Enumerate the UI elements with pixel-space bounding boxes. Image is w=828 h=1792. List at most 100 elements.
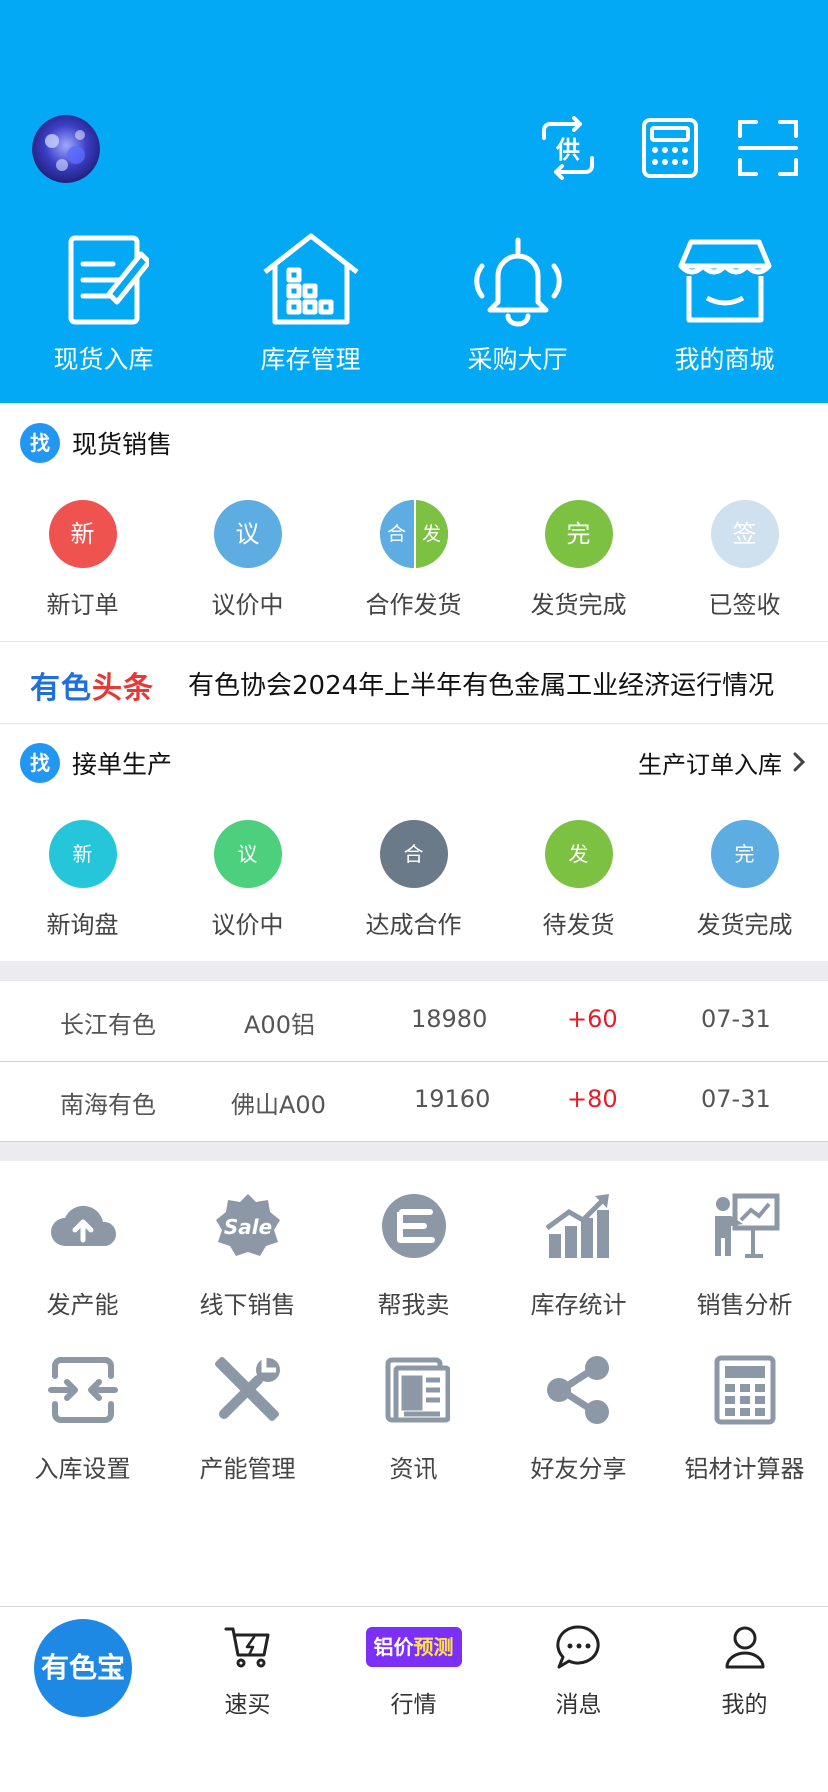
tool-label: 帮我卖 bbox=[377, 1291, 450, 1319]
section-title: 接单生产 bbox=[72, 750, 173, 779]
tab-messages[interactable]: 消息 bbox=[496, 1607, 661, 1727]
status-circle: 新 bbox=[48, 500, 117, 568]
price-value: 19160 bbox=[414, 1085, 491, 1113]
tool-publish-capacity[interactable]: 发产能 bbox=[0, 1190, 165, 1320]
supply-switch-icon[interactable]: 供 bbox=[536, 116, 600, 180]
news-logo-part1: 有色 bbox=[30, 671, 92, 706]
tab-market[interactable]: 铝价预测 行情 bbox=[331, 1607, 496, 1727]
news-logo-part2: 头条 bbox=[92, 671, 154, 706]
price-forecast-icon: 铝价预测 bbox=[365, 1627, 462, 1667]
split-right-char: 发 bbox=[413, 500, 448, 568]
calculator-icon[interactable] bbox=[638, 116, 702, 180]
status-label: 合作发货 bbox=[365, 591, 462, 619]
tool-offline-sales[interactable]: Sale 线下销售 bbox=[165, 1190, 330, 1320]
status-signed[interactable]: 签 已签收 bbox=[662, 500, 827, 619]
divider bbox=[0, 723, 828, 724]
tab-profile[interactable]: 我的 bbox=[662, 1607, 827, 1727]
product-name: 佛山A00 bbox=[231, 1091, 326, 1119]
tool-news[interactable]: 资讯 bbox=[331, 1354, 496, 1484]
status-negotiating[interactable]: 议 议价中 bbox=[165, 820, 330, 939]
quick-action-inventory[interactable]: 库存管理 bbox=[207, 232, 414, 374]
chevron-right-icon bbox=[792, 751, 806, 779]
tool-share-friends[interactable]: 好友分享 bbox=[496, 1354, 661, 1484]
tool-label: 资讯 bbox=[389, 1455, 438, 1483]
quick-action-purchase-hall[interactable]: 采购大厅 bbox=[414, 232, 621, 374]
quick-buy-cart-icon bbox=[224, 1627, 269, 1668]
status-negotiating[interactable]: 议 议价中 bbox=[165, 500, 330, 619]
store-icon bbox=[678, 239, 771, 323]
sale-badge-icon: Sale bbox=[215, 1194, 280, 1256]
status-agreed[interactable]: 合 达成合作 bbox=[331, 820, 496, 939]
header: 供 现货入库 库存管理 采购大厅 我的商城 bbox=[0, 0, 828, 403]
tab-label: 行情 bbox=[390, 1692, 437, 1718]
price-change: +60 bbox=[567, 1005, 618, 1033]
tool-sales-analysis[interactable]: 销售分析 bbox=[662, 1190, 827, 1320]
app-root: 供 现货入库 库存管理 采购大厅 我的商城 找 现货销售 新 新订单 议 议价中… bbox=[0, 0, 828, 1792]
tool-help-sell[interactable]: 帮我卖 bbox=[331, 1190, 496, 1320]
status-new-inquiry[interactable]: 新 新询盘 bbox=[0, 820, 165, 939]
tab-label: 我的 bbox=[721, 1692, 768, 1718]
share-icon bbox=[546, 1356, 609, 1424]
status-new-order[interactable]: 新 新订单 bbox=[0, 500, 165, 619]
tool-label: 好友分享 bbox=[530, 1455, 627, 1483]
bottom-tab-bar: 有色宝 速买 铝价预测 行情 消息 我的 bbox=[0, 1606, 828, 1792]
cloud-upload-icon bbox=[50, 1205, 116, 1246]
svg-text:供: 供 bbox=[555, 136, 580, 164]
newspaper-icon bbox=[385, 1357, 450, 1423]
tool-label: 发产能 bbox=[46, 1291, 119, 1319]
edit-document-icon bbox=[68, 235, 149, 325]
news-ticker[interactable]: 有色头条 有色协会2024年上半年有色金属工业经济运行情况 bbox=[0, 643, 828, 723]
status-label: 议价中 bbox=[211, 911, 284, 939]
status-circle: 发 bbox=[544, 820, 613, 888]
price-change: +80 bbox=[567, 1085, 618, 1113]
message-icon bbox=[555, 1625, 600, 1669]
news-headline[interactable]: 有色协会2024年上半年有色金属工业经济运行情况 bbox=[188, 665, 798, 702]
warehouse-icon bbox=[262, 233, 359, 325]
production-order-stock-in-link[interactable]: 生产订单入库 bbox=[638, 745, 806, 780]
status-circle: 合 bbox=[379, 820, 448, 888]
status-label: 新询盘 bbox=[46, 911, 119, 939]
status-shipped[interactable]: 完 发货完成 bbox=[662, 820, 827, 939]
market-name: 南海有色 bbox=[60, 1091, 156, 1119]
price-date: 07-31 bbox=[701, 1005, 771, 1033]
svg-text:Sale: Sale bbox=[223, 1215, 271, 1239]
status-label: 议价中 bbox=[211, 591, 284, 619]
quick-action-my-store[interactable]: 我的商城 bbox=[621, 232, 828, 374]
status-circle: 议 bbox=[213, 500, 282, 568]
status-label: 已签收 bbox=[708, 591, 781, 619]
tab-quick-buy[interactable]: 速买 bbox=[165, 1607, 330, 1727]
status-circle: 完 bbox=[544, 500, 613, 568]
tab-label: 速买 bbox=[224, 1692, 271, 1718]
status-cooperative-shipping[interactable]: 合 发 合作发货 bbox=[331, 500, 496, 619]
tool-stock-in-settings[interactable]: 入库设置 bbox=[0, 1354, 165, 1484]
link-label: 生产订单入库 bbox=[638, 751, 782, 779]
user-icon bbox=[725, 1626, 764, 1669]
quick-action-label: 现货入库 bbox=[53, 345, 154, 374]
bar-chart-icon bbox=[545, 1194, 609, 1258]
avatar[interactable] bbox=[32, 115, 100, 183]
quick-action-label: 我的商城 bbox=[674, 345, 775, 374]
price-row[interactable]: 南海有色 佛山A00 19160 +80 07-31 bbox=[0, 1061, 828, 1141]
status-circle: 签 bbox=[710, 500, 779, 568]
split-left-char: 合 bbox=[379, 500, 414, 568]
status-shipped[interactable]: 完 发货完成 bbox=[496, 500, 661, 619]
quick-action-label: 库存管理 bbox=[260, 345, 361, 374]
status-pending-shipment[interactable]: 发 待发货 bbox=[496, 820, 661, 939]
help-sell-icon bbox=[381, 1194, 446, 1258]
tools-icon bbox=[214, 1357, 280, 1421]
home-tab-button[interactable]: 有色宝 bbox=[34, 1619, 132, 1717]
scan-icon[interactable] bbox=[736, 116, 800, 180]
tool-aluminum-calculator[interactable]: 铝材计算器 bbox=[662, 1354, 827, 1484]
merge-arrows-icon bbox=[47, 1357, 118, 1423]
badge-part2: 预测 bbox=[413, 1635, 454, 1659]
quick-action-label: 采购大厅 bbox=[467, 345, 568, 374]
price-row[interactable]: 长江有色 A00铝 18980 +60 07-31 bbox=[0, 981, 828, 1061]
quick-action-stock-in[interactable]: 现货入库 bbox=[0, 232, 207, 374]
bell-icon bbox=[473, 237, 562, 327]
tool-capacity-management[interactable]: 产能管理 bbox=[165, 1354, 330, 1484]
presentation-icon bbox=[714, 1193, 779, 1258]
tool-inventory-stats[interactable]: 库存统计 bbox=[496, 1190, 661, 1320]
section-gap bbox=[0, 1141, 828, 1161]
tool-label: 库存统计 bbox=[530, 1291, 627, 1319]
status-circle-split: 合 发 bbox=[379, 500, 448, 568]
